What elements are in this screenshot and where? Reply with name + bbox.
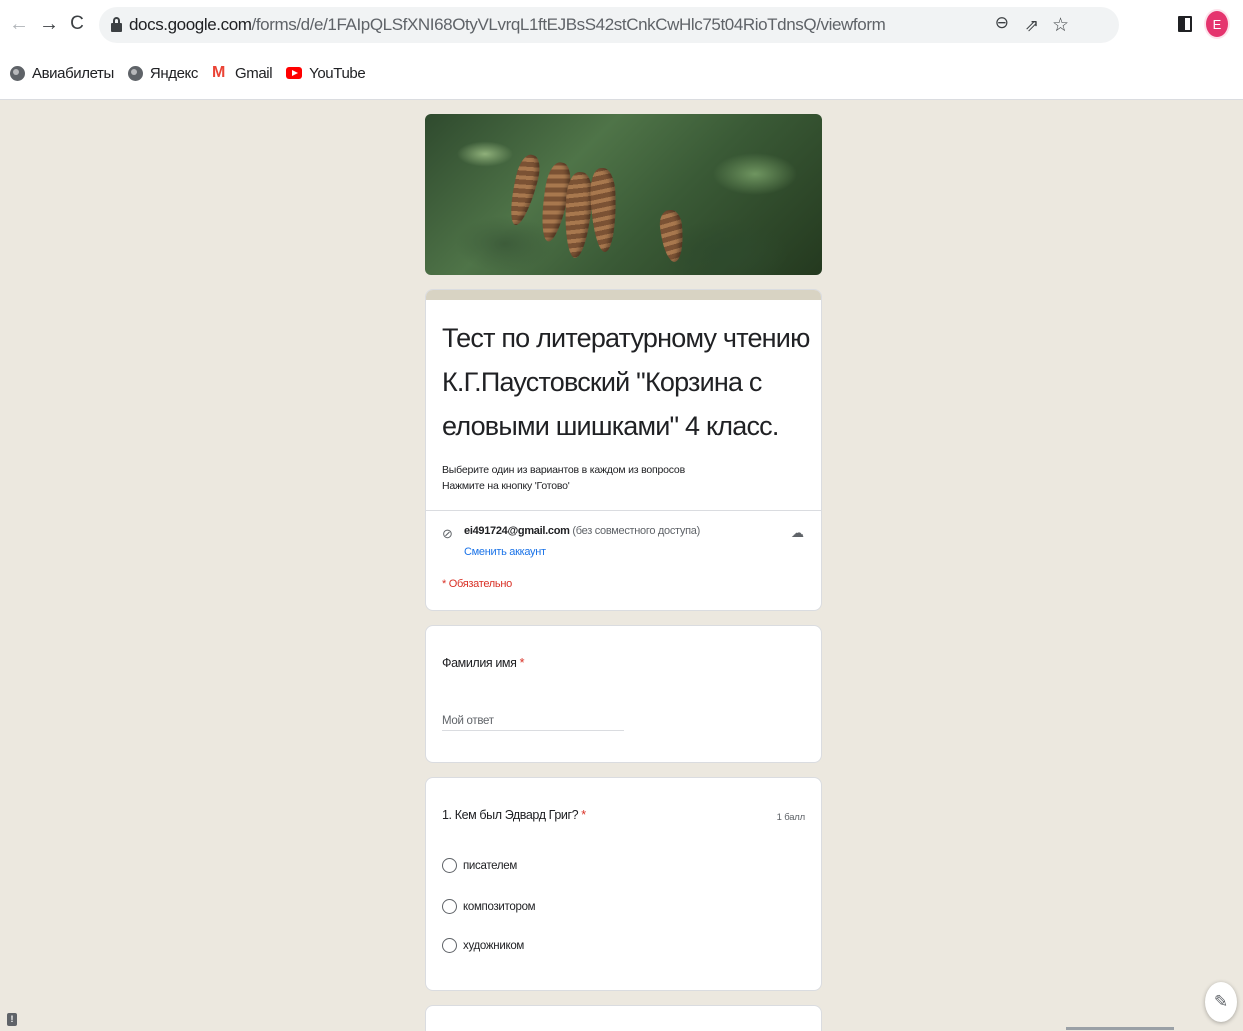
answer-input[interactable]	[442, 707, 624, 731]
points-badge: 1 балл	[776, 812, 806, 823]
required-star: *	[519, 656, 525, 670]
theme-bar	[426, 290, 821, 300]
account-note: (без совместного доступа)	[572, 525, 700, 537]
radio-button[interactable]	[442, 938, 457, 953]
back-arrow-icon[interactable]: ←	[6, 10, 32, 38]
pine-cone	[504, 152, 544, 228]
form-title-card: Тест по литературному чтению К.Г.Паустов…	[425, 289, 822, 611]
question-card-1: 1. Кем был Эдвард Григ? * 1 балл писател…	[425, 777, 822, 991]
edit-pencil-icon[interactable]: ✎	[1205, 982, 1237, 1022]
form-header-image	[425, 114, 822, 275]
question-text: Фамилия имя	[442, 656, 517, 670]
cloud-saved-icon: ☁	[791, 525, 804, 540]
option-label: писателем	[463, 859, 518, 872]
pine-cone	[589, 167, 618, 253]
bookmark-label: Авиабилеты	[32, 64, 114, 82]
bookmark-youtube[interactable]: YouTube	[286, 64, 366, 82]
bookmark-label: Яндекс	[149, 64, 198, 82]
radio-button[interactable]	[442, 858, 457, 873]
bookmark-aviabilety[interactable]: Авиабилеты	[10, 65, 114, 82]
bookmark-label: YouTube	[309, 64, 366, 82]
form-title: Тест по литературному чтению К.Г.Паустов…	[442, 323, 810, 441]
reload-icon[interactable]: C	[64, 10, 90, 38]
question-card-next	[425, 1005, 822, 1031]
required-note: * Обязательно	[442, 578, 512, 590]
question-label: 1. Кем был Эдвард Григ? *	[442, 808, 586, 822]
url-text[interactable]: docs.google.com/forms/d/e/1FAIpQLSfXNI68…	[129, 15, 886, 35]
form-description: Выберите один из вариантов в каждом из в…	[442, 462, 685, 494]
feedback-icon[interactable]: !	[7, 1013, 17, 1026]
radio-button[interactable]	[442, 899, 457, 914]
url-path: /forms/d/e/1FAIpQLSfXNI68OtyVLvrqL1ftEJB…	[251, 15, 886, 34]
description-line: Нажмите на кнопку 'Готово'	[442, 480, 570, 492]
share-icon[interactable]: ⇗	[1025, 16, 1039, 36]
option-khudozhnikom[interactable]: художником	[442, 938, 524, 953]
side-panel-icon[interactable]	[1178, 16, 1192, 32]
globe-icon	[127, 65, 143, 81]
bookmark-label: Gmail	[234, 64, 273, 82]
question-text: 1. Кем был Эдвард Григ?	[442, 808, 579, 822]
required-star: *	[581, 808, 586, 822]
account-info: ei491724@gmail.com (без совместного дост…	[464, 525, 700, 537]
divider	[426, 510, 821, 511]
forward-arrow-icon[interactable]: →	[36, 10, 62, 38]
bookmark-gmail[interactable]: M Gmail	[211, 64, 273, 82]
bookmarks-bar: Авиабилеты Яндекс M Gmail YouTube	[0, 60, 379, 86]
profile-avatar[interactable]: E	[1204, 9, 1230, 39]
eye-off-icon: ⊘	[442, 526, 453, 541]
youtube-icon	[286, 67, 303, 79]
globe-icon	[10, 65, 25, 81]
star-icon[interactable]: ☆	[1052, 14, 1069, 37]
option-kompozitorom[interactable]: композитором	[442, 899, 536, 914]
gmail-icon: M	[211, 64, 225, 81]
option-label: художником	[463, 939, 525, 952]
url-host: docs.google.com	[129, 15, 252, 34]
question-label: Фамилия имя *	[442, 656, 524, 670]
lock-icon[interactable]	[111, 17, 122, 32]
pine-cone	[658, 208, 686, 264]
switch-account-link[interactable]: Сменить аккаунт	[464, 546, 546, 558]
option-pisatelem[interactable]: писателем	[442, 858, 517, 873]
address-bar[interactable]: docs.google.com/forms/d/e/1FAIpQLSfXNI68…	[99, 7, 1119, 43]
question-card-name: Фамилия имя *	[425, 625, 822, 763]
description-line: Выберите один из вариантов в каждом из в…	[442, 464, 685, 476]
option-label: композитором	[463, 900, 536, 913]
bookmark-yandex[interactable]: Яндекс	[127, 64, 198, 82]
account-email: ei491724@gmail.com	[464, 525, 570, 537]
zoom-icon[interactable]: ⊖	[995, 13, 1009, 33]
browser-chrome: ← → C docs.google.com/forms/d/e/1FAIpQLS…	[0, 0, 1243, 100]
horizontal-scrollbar[interactable]	[1066, 1027, 1174, 1030]
